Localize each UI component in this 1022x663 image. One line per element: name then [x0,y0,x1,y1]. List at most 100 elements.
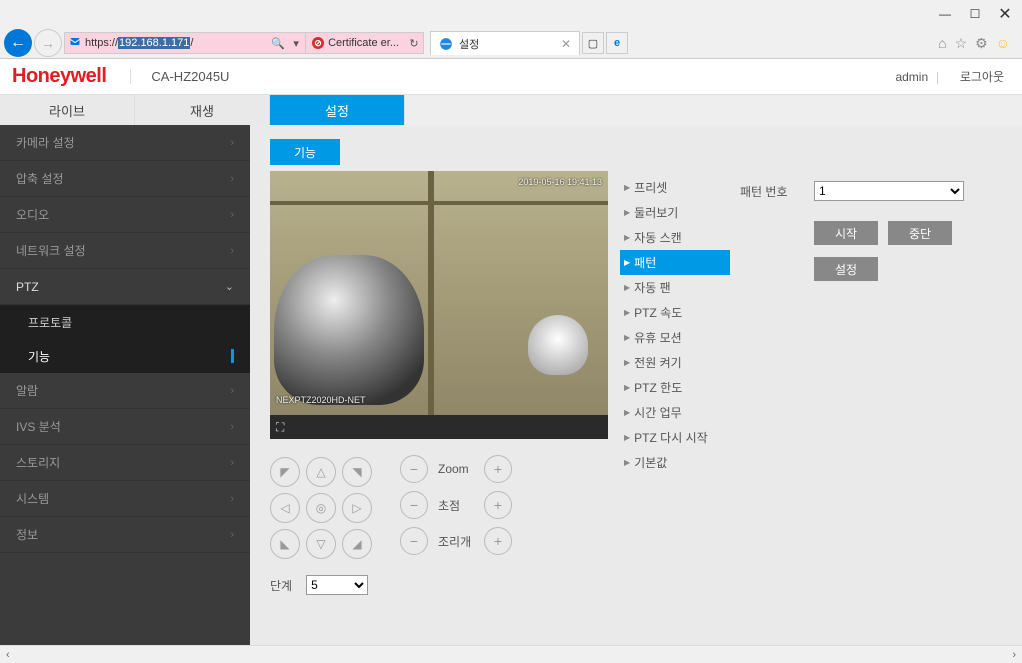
smiley-icon[interactable]: ☺ [996,35,1010,51]
menu-ptz-restart[interactable]: ▶PTZ 다시 시작 [620,425,730,450]
menu-tour[interactable]: ▶둘러보기 [620,200,730,225]
menu-preset[interactable]: ▶프리셋 [620,175,730,200]
certificate-error[interactable]: ⊘ Certificate er... [305,33,405,53]
tab-settings[interactable]: 설정 [270,95,405,125]
browser-tab[interactable]: 설정 ✕ [430,31,580,55]
fullscreen-icon[interactable]: ⛶ [276,420,284,435]
url-host: 192.168.1.171 [118,37,190,49]
step-row: 단계 5 [270,575,368,595]
pattern-panel: 패턴 번호 1 시작 중단 설정 [740,181,964,293]
refresh-icon[interactable]: ↻ [405,37,423,50]
tab-live[interactable]: 라이브 [0,95,135,125]
ptz-right-button[interactable]: ▷ [342,493,372,523]
logout-link[interactable]: 로그아웃 [954,70,1010,84]
horizontal-scrollbar[interactable]: ‹ › [0,645,1022,663]
sidebar-sub-label: 프로토콜 [28,314,72,331]
menu-power-up[interactable]: ▶전원 켜기 [620,350,730,375]
top-tabs: 라이브 재생 설정 [0,95,1022,125]
video-timestamp: 2019-05-16 19:41:13 [518,177,602,187]
ie-icon [439,37,453,51]
ptz-center-button[interactable]: ◎ [306,493,336,523]
sidebar-sub-protocol[interactable]: 프로토콜 [0,305,250,339]
home-icon[interactable]: ⌂ [938,35,946,51]
sidebar-item-audio[interactable]: 오디오 › [0,197,250,233]
sidebar-item-system[interactable]: 시스템 › [0,481,250,517]
step-label: 단계 [270,577,292,594]
video-toolbar: ⛶ [270,415,608,439]
menu-label: PTZ 속도 [634,304,682,321]
window-minimize-button[interactable]: — [930,3,960,25]
menu-label: 시간 업무 [634,404,682,421]
sidebar-item-ptz[interactable]: PTZ⌄ [0,269,250,305]
menu-label: 자동 스캔 [634,229,682,246]
sidebar-item-network[interactable]: 네트워크 설정 › [0,233,250,269]
focus-in-button[interactable]: + [484,491,512,519]
section-tab-function[interactable]: 기능 [270,139,340,165]
stop-button[interactable]: 중단 [888,221,952,245]
menu-time-task[interactable]: ▶시간 업무 [620,400,730,425]
sidebar-item-label: 시스템 [16,490,49,507]
sidebar-item-camera[interactable]: 카메라 설정› [0,125,250,161]
tab-playback[interactable]: 재생 [135,95,270,125]
tab-title: 설정 [459,36,479,52]
menu-ptz-speed[interactable]: ▶PTZ 속도 [620,300,730,325]
menu-ptz-limit[interactable]: ▶PTZ 한도 [620,375,730,400]
iris-out-button[interactable]: − [400,527,428,555]
nav-forward-button[interactable]: → [34,29,62,57]
edge-button[interactable]: e [606,32,628,54]
sidebar-sub-function[interactable]: 기능 [0,339,250,373]
window-maximize-button[interactable]: ☐ [960,3,990,25]
menu-pan[interactable]: ▶자동 팬 [620,275,730,300]
menu-scan[interactable]: ▶자동 스캔 [620,225,730,250]
sidebar-item-storage[interactable]: 스토리지› [0,445,250,481]
sidebar: 카메라 설정› 압축 설정› 오디오 › 네트워크 설정 › PTZ⌄ 프로토콜 기… [0,125,250,645]
menu-pattern[interactable]: ▶패턴 [620,250,730,275]
ptz-down-button[interactable]: ▽ [306,529,336,559]
ptz-up-button[interactable]: △ [306,457,336,487]
triangle-icon: ▶ [624,358,630,367]
scroll-left-icon[interactable]: ‹ [6,649,10,661]
address-bar[interactable]: https://192.168.1.171/ 🔍 ▾ ⊘ Certificate… [64,32,424,54]
start-button[interactable]: 시작 [814,221,878,245]
url-suffix: / [190,37,193,49]
menu-idle-motion[interactable]: ▶유휴 모션 [620,325,730,350]
pattern-no-select[interactable]: 1 [814,181,964,201]
zoom-out-button[interactable]: − [400,455,428,483]
ptz-down-right-button[interactable]: ◢ [342,529,372,559]
chevron-right-icon: › [230,529,234,541]
scroll-right-icon[interactable]: › [1012,649,1016,661]
content-area: 기능 2019-05-16 19:41:13 NEXPTZ2020HD-NET … [250,125,1022,645]
chevron-right-icon: › [230,493,234,505]
sidebar-item-label: PTZ [16,280,39,294]
setup-button[interactable]: 설정 [814,257,878,281]
window-close-button[interactable]: ✕ [990,3,1020,25]
sidebar-item-alarm[interactable]: 알람› [0,373,250,409]
step-select[interactable]: 5 [306,575,368,595]
search-icon[interactable]: 🔍 [269,37,287,50]
focus-out-button[interactable]: − [400,491,428,519]
tab-close-icon[interactable]: ✕ [561,37,571,51]
sidebar-item-label: 오디오 [16,206,49,223]
chevron-right-icon: › [230,209,234,221]
video-preview[interactable]: 2019-05-16 19:41:13 NEXPTZ2020HD-NET [270,171,608,415]
iris-label: 조리개 [438,533,474,550]
sidebar-item-encode[interactable]: 압축 설정› [0,161,250,197]
menu-default[interactable]: ▶기본값 [620,450,730,475]
zoom-in-button[interactable]: + [484,455,512,483]
dropdown-icon[interactable]: ▾ [287,37,305,50]
sidebar-item-ivs[interactable]: IVS 분석› [0,409,250,445]
pattern-no-label: 패턴 번호 [740,183,800,200]
ptz-left-button[interactable]: ◁ [270,493,300,523]
new-tab-button[interactable]: ▢ [582,32,604,54]
sidebar-item-label: 네트워크 설정 [16,242,86,259]
favorites-icon[interactable]: ☆ [955,35,968,52]
iris-in-button[interactable]: + [484,527,512,555]
ptz-up-left-button[interactable]: ◤ [270,457,300,487]
chevron-right-icon: › [230,245,234,257]
ptz-up-right-button[interactable]: ◥ [342,457,372,487]
nav-back-button[interactable]: ← [4,29,32,57]
sidebar-item-info[interactable]: 정보› [0,517,250,553]
ptz-down-left-button[interactable]: ◣ [270,529,300,559]
tools-icon[interactable]: ⚙ [975,35,988,52]
menu-label: PTZ 한도 [634,379,682,396]
